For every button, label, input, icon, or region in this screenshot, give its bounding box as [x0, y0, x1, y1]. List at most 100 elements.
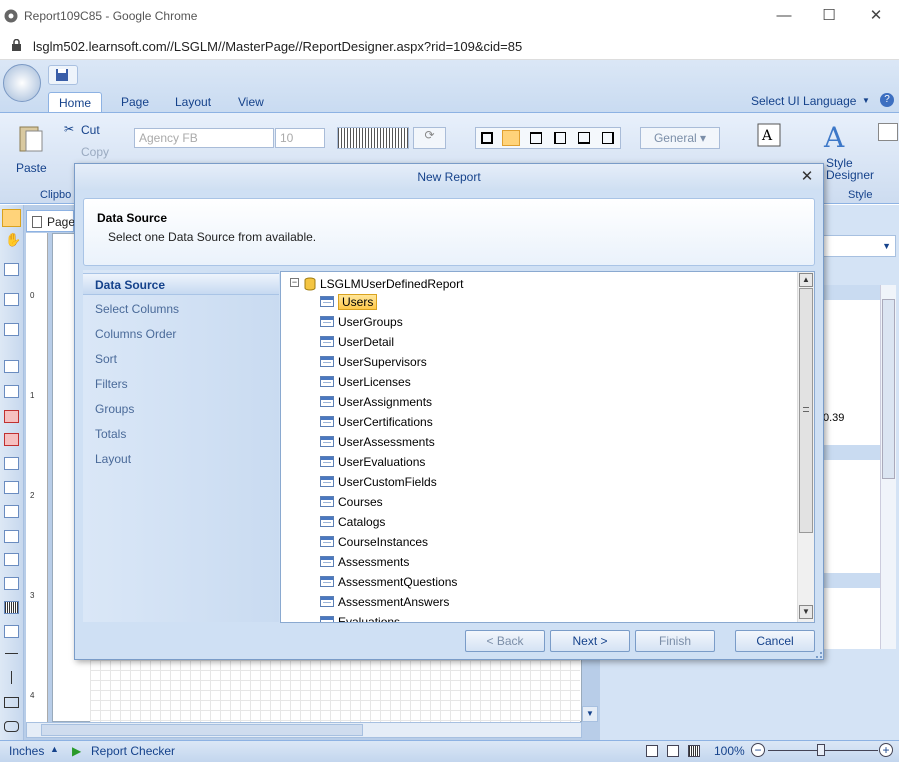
- border-buttons[interactable]: [475, 127, 621, 149]
- url-text[interactable]: lsglm502.learnsoft.com//LSGLM//MasterPag…: [33, 39, 522, 54]
- cut-button[interactable]: Cut: [81, 123, 100, 137]
- toolbox-item[interactable]: [4, 410, 19, 423]
- font-size-select[interactable]: 10: [275, 128, 325, 148]
- tree-item[interactable]: UserAssessments: [320, 433, 435, 451]
- toolbox-item[interactable]: [4, 360, 19, 373]
- toolbox-item[interactable]: [4, 553, 19, 566]
- tree-item[interactable]: Courses: [320, 493, 383, 511]
- back-button[interactable]: < Back: [465, 630, 545, 652]
- tree-item[interactable]: Assessments: [320, 553, 409, 571]
- tree-item[interactable]: AssessmentQuestions: [320, 573, 457, 591]
- collapse-icon[interactable]: −: [290, 278, 299, 287]
- report-canvas[interactable]: [90, 660, 580, 722]
- tab-page[interactable]: Page: [111, 92, 159, 112]
- application-button[interactable]: [3, 64, 41, 102]
- border-right-icon[interactable]: [602, 132, 614, 144]
- property-dropdown[interactable]: ▼: [820, 235, 896, 257]
- step-sort[interactable]: Sort: [83, 348, 279, 370]
- tab-view[interactable]: View: [228, 92, 274, 112]
- save-icon[interactable]: [55, 68, 69, 82]
- scroll-up-icon[interactable]: ▲: [799, 273, 813, 287]
- toolbox-item[interactable]: [4, 481, 19, 494]
- tree-item[interactable]: UserSupervisors: [320, 353, 427, 371]
- style-swatch[interactable]: [878, 123, 898, 141]
- scroll-down-icon[interactable]: ▼: [799, 605, 813, 619]
- zoom-out-icon[interactable]: −: [751, 743, 765, 757]
- tab-home[interactable]: Home: [48, 92, 103, 113]
- style-designer-button[interactable]: Style Designer: [826, 157, 874, 181]
- barcode-tool-icon[interactable]: [4, 601, 19, 614]
- border-left-icon[interactable]: [554, 132, 566, 144]
- toolbox-item[interactable]: [4, 433, 19, 446]
- border-bottom-icon[interactable]: [578, 132, 590, 144]
- toolbox-item[interactable]: [4, 577, 19, 590]
- hand-icon[interactable]: ✋: [5, 232, 21, 248]
- tab-layout[interactable]: Layout: [165, 92, 221, 112]
- toolbox-item[interactable]: [4, 323, 19, 336]
- horizontal-scrollbar[interactable]: [26, 722, 582, 738]
- tree-item[interactable]: CourseInstances: [320, 533, 428, 551]
- close-window-icon[interactable]: ✕: [862, 5, 890, 27]
- scroll-thumb[interactable]: [799, 288, 813, 533]
- properties-scrollbar[interactable]: [880, 285, 896, 649]
- tree-item[interactable]: UserLicenses: [320, 373, 411, 391]
- finish-button[interactable]: Finish: [635, 630, 715, 652]
- step-data-source[interactable]: Data Source: [83, 273, 279, 295]
- next-button[interactable]: Next >: [550, 630, 630, 652]
- rectangle-tool-icon[interactable]: [4, 697, 19, 708]
- address-bar[interactable]: lsglm502.learnsoft.com//LSGLM//MasterPag…: [0, 33, 899, 60]
- step-groups[interactable]: Groups: [83, 398, 279, 420]
- toolbox-item[interactable]: [4, 505, 19, 518]
- view-grid-icon[interactable]: [688, 745, 700, 757]
- border-outside-icon[interactable]: [502, 130, 520, 146]
- tree-item[interactable]: UserCustomFields: [320, 473, 437, 491]
- line-tool-icon[interactable]: [5, 653, 18, 654]
- font-name-select[interactable]: Agency FB: [134, 128, 274, 148]
- units-selector[interactable]: Inches: [9, 744, 44, 758]
- border-all-icon[interactable]: [481, 132, 493, 144]
- ui-language-selector[interactable]: Select UI Language: [751, 94, 856, 108]
- toolbox-item[interactable]: [4, 385, 19, 398]
- format-select[interactable]: General ▾: [640, 127, 720, 149]
- rotate-icon[interactable]: ⟳: [413, 127, 446, 149]
- zoom-slider-thumb[interactable]: [817, 744, 825, 756]
- resize-grip-icon[interactable]: [816, 652, 822, 658]
- border-top-icon[interactable]: [530, 132, 542, 144]
- scroll-down-icon[interactable]: ▼: [582, 706, 598, 722]
- tree-item[interactable]: Evaluations: [320, 613, 400, 622]
- tree-item[interactable]: AssessmentAnswers: [320, 593, 449, 611]
- tree-item-users[interactable]: Users: [320, 293, 378, 311]
- minimize-icon[interactable]: —: [770, 5, 798, 27]
- scroll-thumb[interactable]: [882, 299, 895, 479]
- paste-button[interactable]: Paste: [16, 161, 47, 175]
- close-icon[interactable]: ✕: [797, 167, 817, 187]
- vline-tool-icon[interactable]: [11, 671, 12, 684]
- toolbox-item[interactable]: [4, 457, 19, 470]
- toolbox-item[interactable]: [4, 293, 19, 306]
- rounded-rect-tool-icon[interactable]: [4, 721, 19, 732]
- barcode-icon[interactable]: [337, 127, 409, 149]
- scroll-thumb[interactable]: [41, 724, 363, 736]
- maximize-icon[interactable]: ☐: [815, 5, 843, 27]
- step-columns-order[interactable]: Columns Order: [83, 323, 279, 345]
- step-totals[interactable]: Totals: [83, 423, 279, 445]
- tree-item[interactable]: UserCertifications: [320, 413, 433, 431]
- report-checker-button[interactable]: Report Checker: [91, 744, 175, 758]
- page-tab[interactable]: Page: [26, 210, 75, 232]
- cancel-button[interactable]: Cancel: [735, 630, 815, 652]
- tree-item[interactable]: Catalogs: [320, 513, 385, 531]
- step-layout[interactable]: Layout: [83, 448, 279, 470]
- pointer-icon[interactable]: [2, 209, 21, 227]
- tree-item[interactable]: UserGroups: [320, 313, 403, 331]
- copy-button[interactable]: Copy: [81, 145, 109, 159]
- toolbox-item[interactable]: [4, 625, 19, 638]
- tree-item[interactable]: UserEvaluations: [320, 453, 425, 471]
- toolbox-item[interactable]: [4, 263, 19, 276]
- toolbox-item[interactable]: [4, 530, 19, 543]
- view-page-icon[interactable]: [646, 745, 658, 757]
- tree-item[interactable]: UserAssignments: [320, 393, 432, 411]
- tree-scrollbar[interactable]: ▲ ▼: [797, 272, 814, 622]
- tree-item[interactable]: UserDetail: [320, 333, 394, 351]
- help-icon[interactable]: ?: [880, 93, 894, 107]
- step-filters[interactable]: Filters: [83, 373, 279, 395]
